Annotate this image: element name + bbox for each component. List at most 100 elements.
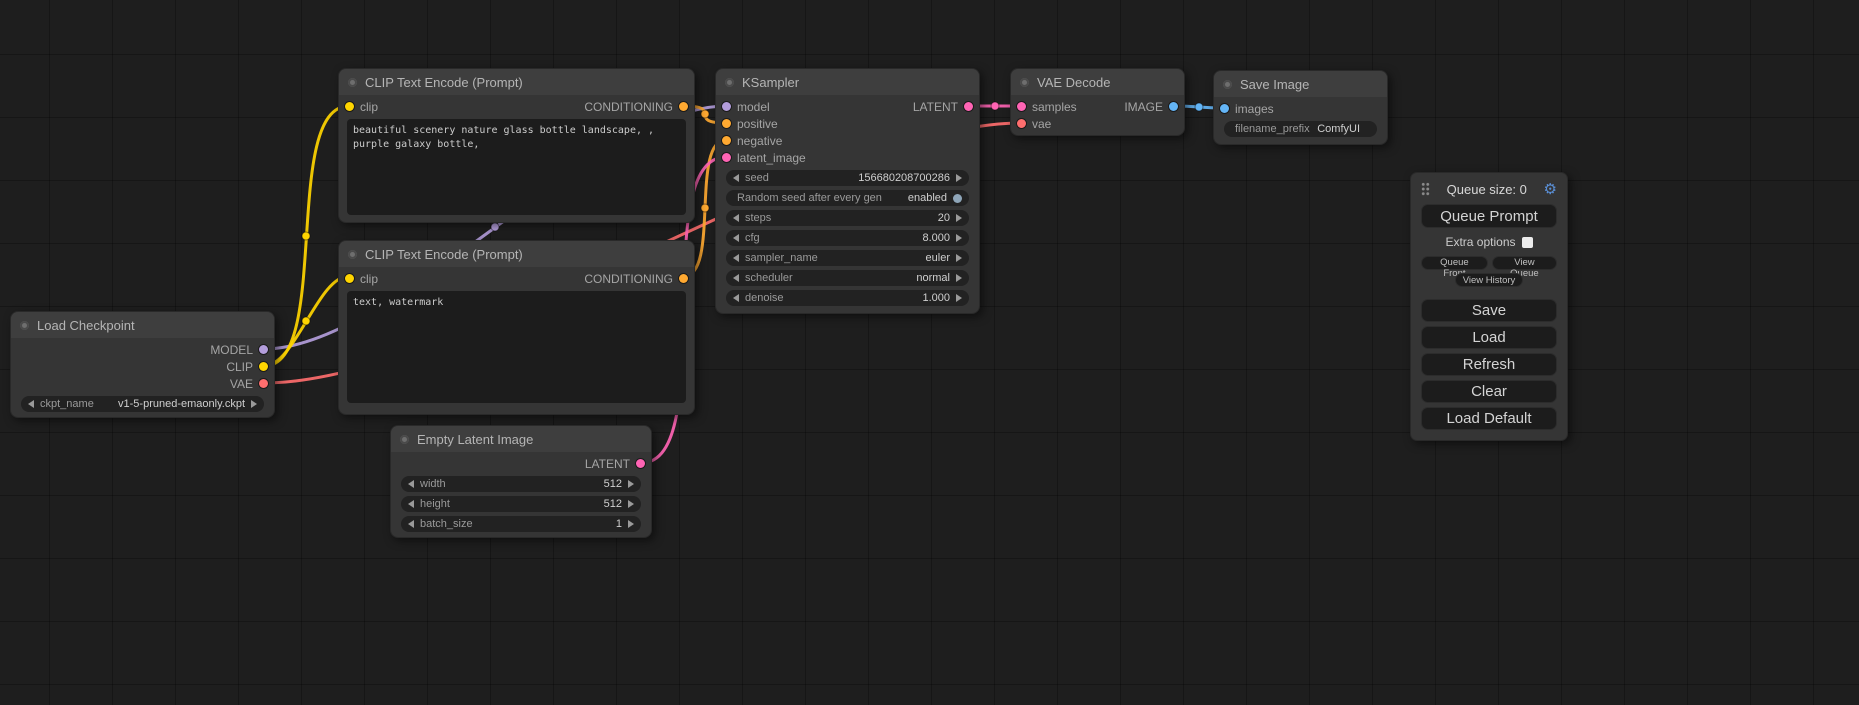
input-slot-images[interactable]: images [1220, 102, 1274, 116]
model-port-icon[interactable] [722, 102, 731, 111]
view-queue-button[interactable]: View Queue [1492, 256, 1557, 270]
conditioning-port-icon[interactable] [722, 136, 731, 145]
increment-arrow-icon[interactable] [956, 234, 962, 242]
increment-arrow-icon[interactable] [956, 274, 962, 282]
prompt-textarea[interactable]: text, watermark [347, 291, 686, 403]
vae-port-icon[interactable] [259, 379, 268, 388]
widget-denoise[interactable]: denoise 1.000 [726, 290, 969, 306]
input-slot-model[interactable]: model [722, 100, 770, 114]
widget-steps[interactable]: steps 20 [726, 210, 969, 226]
model-port-icon[interactable] [259, 345, 268, 354]
output-slot-latent[interactable]: LATENT [585, 457, 645, 471]
node-titlebar[interactable]: Empty Latent Image [391, 426, 651, 452]
input-slot-clip[interactable]: clip [345, 100, 378, 114]
increment-arrow-icon[interactable] [956, 174, 962, 182]
extra-options-checkbox[interactable] [1522, 237, 1533, 248]
widget-seed[interactable]: seed 156680208700286 [726, 170, 969, 186]
collapse-dot-icon[interactable] [348, 250, 357, 259]
node-titlebar[interactable]: Load Checkpoint [11, 312, 274, 338]
widget-filename-prefix[interactable]: filename_prefix ComfyUI [1224, 121, 1377, 137]
widget-sampler-name[interactable]: sampler_name euler [726, 250, 969, 266]
widget-height[interactable]: height 512 [401, 496, 641, 512]
load-default-button[interactable]: Load Default [1421, 407, 1557, 430]
input-slot-samples[interactable]: samples [1017, 100, 1077, 114]
image-port-icon[interactable] [1169, 102, 1178, 111]
increment-arrow-icon[interactable] [628, 520, 634, 528]
node-titlebar[interactable]: CLIP Text Encode (Prompt) [339, 241, 694, 267]
output-slot-vae[interactable]: VAE [230, 377, 268, 391]
output-slot-clip[interactable]: CLIP [226, 360, 268, 374]
input-slot-latent-image[interactable]: latent_image [722, 151, 806, 165]
conditioning-port-icon[interactable] [679, 102, 688, 111]
collapse-dot-icon[interactable] [725, 78, 734, 87]
collapse-dot-icon[interactable] [20, 321, 29, 330]
vae-port-icon[interactable] [1017, 119, 1026, 128]
node-titlebar[interactable]: KSampler [716, 69, 979, 95]
decrement-arrow-icon[interactable] [733, 174, 739, 182]
widget-random-seed-toggle[interactable]: Random seed after every gen enabled [726, 190, 969, 206]
latent-port-icon[interactable] [636, 459, 645, 468]
node-vae-decode[interactable]: VAE Decode samples IMAGE vae [1010, 68, 1185, 136]
decrement-arrow-icon[interactable] [733, 294, 739, 302]
node-titlebar[interactable]: VAE Decode [1011, 69, 1184, 95]
node-load-checkpoint[interactable]: Load Checkpoint MODEL CLIP VAE [10, 311, 275, 418]
node-titlebar[interactable]: Save Image [1214, 71, 1387, 97]
node-graph-canvas[interactable]: Load Checkpoint MODEL CLIP VAE [0, 0, 1859, 705]
collapse-dot-icon[interactable] [1020, 78, 1029, 87]
clip-port-icon[interactable] [345, 274, 354, 283]
toggle-on-icon[interactable] [953, 194, 962, 203]
input-slot-vae[interactable]: vae [1017, 117, 1051, 131]
decrement-arrow-icon[interactable] [733, 234, 739, 242]
output-slot-latent[interactable]: LATENT [913, 100, 973, 114]
node-save-image[interactable]: Save Image images filename_prefix ComfyU… [1213, 70, 1388, 145]
decrement-arrow-icon[interactable] [733, 274, 739, 282]
input-slot-positive[interactable]: positive [722, 117, 778, 131]
queue-prompt-button[interactable]: Queue Prompt [1421, 204, 1557, 228]
refresh-button[interactable]: Refresh [1421, 353, 1557, 376]
widget-batch-size[interactable]: batch_size 1 [401, 516, 641, 532]
load-button[interactable]: Load [1421, 326, 1557, 349]
clip-port-icon[interactable] [345, 102, 354, 111]
widget-cfg[interactable]: cfg 8.000 [726, 230, 969, 246]
increment-arrow-icon[interactable] [628, 480, 634, 488]
collapse-dot-icon[interactable] [1223, 80, 1232, 89]
output-slot-image[interactable]: IMAGE [1124, 100, 1178, 114]
output-slot-conditioning[interactable]: CONDITIONING [584, 272, 688, 286]
increment-arrow-icon[interactable] [251, 400, 257, 408]
image-port-icon[interactable] [1220, 104, 1229, 113]
node-clip-text-encode-positive[interactable]: CLIP Text Encode (Prompt) clip CONDITION… [338, 68, 695, 223]
settings-gear-icon[interactable]: ⚙ [1544, 182, 1557, 197]
view-history-button[interactable]: View History [1455, 273, 1524, 287]
input-slot-negative[interactable]: negative [722, 134, 782, 148]
output-slot-conditioning[interactable]: CONDITIONING [584, 100, 688, 114]
conditioning-port-icon[interactable] [679, 274, 688, 283]
queue-front-button[interactable]: Queue Front [1421, 256, 1488, 270]
drag-handle-icon[interactable] [1421, 182, 1430, 196]
increment-arrow-icon[interactable] [956, 294, 962, 302]
decrement-arrow-icon[interactable] [733, 214, 739, 222]
node-titlebar[interactable]: CLIP Text Encode (Prompt) [339, 69, 694, 95]
node-clip-text-encode-negative[interactable]: CLIP Text Encode (Prompt) clip CONDITION… [338, 240, 695, 415]
latent-port-icon[interactable] [964, 102, 973, 111]
increment-arrow-icon[interactable] [628, 500, 634, 508]
decrement-arrow-icon[interactable] [408, 480, 414, 488]
clip-port-icon[interactable] [259, 362, 268, 371]
decrement-arrow-icon[interactable] [408, 500, 414, 508]
widget-width[interactable]: width 512 [401, 476, 641, 492]
widget-ckpt-name[interactable]: ckpt_name v1-5-pruned-emaonly.ckpt [21, 396, 264, 412]
latent-port-icon[interactable] [722, 153, 731, 162]
save-button[interactable]: Save [1421, 299, 1557, 322]
collapse-dot-icon[interactable] [348, 78, 357, 87]
increment-arrow-icon[interactable] [956, 214, 962, 222]
decrement-arrow-icon[interactable] [408, 520, 414, 528]
prompt-textarea[interactable]: beautiful scenery nature glass bottle la… [347, 119, 686, 215]
decrement-arrow-icon[interactable] [733, 254, 739, 262]
collapse-dot-icon[interactable] [400, 435, 409, 444]
conditioning-port-icon[interactable] [722, 119, 731, 128]
output-slot-model[interactable]: MODEL [210, 343, 268, 357]
node-ksampler[interactable]: KSampler model LATENT positive [715, 68, 980, 314]
widget-scheduler[interactable]: scheduler normal [726, 270, 969, 286]
latent-port-icon[interactable] [1017, 102, 1026, 111]
node-empty-latent-image[interactable]: Empty Latent Image LATENT width 512 heig… [390, 425, 652, 538]
decrement-arrow-icon[interactable] [28, 400, 34, 408]
